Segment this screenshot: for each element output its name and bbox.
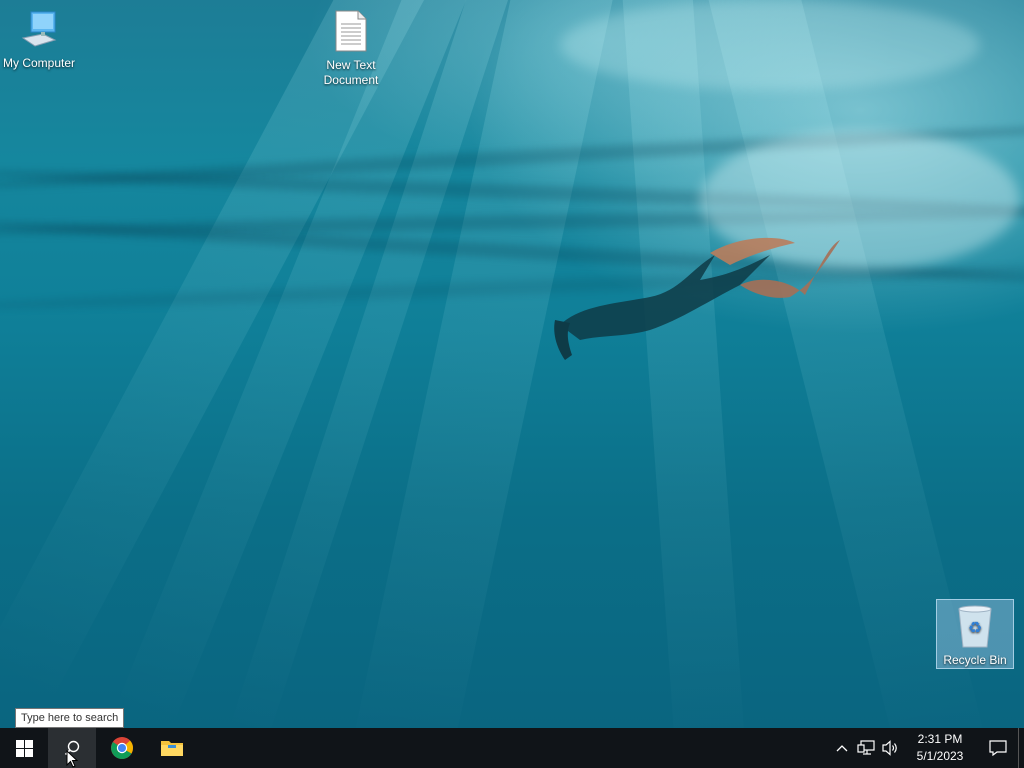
desktop-wallpaper[interactable]: My Computer New Text Document ♻ Recycle … — [0, 0, 1024, 728]
network-icon — [857, 740, 875, 755]
action-center-button[interactable] — [978, 728, 1018, 768]
taskbar: 2:31 PM 5/1/2023 — [0, 728, 1024, 768]
system-tray: 2:31 PM 5/1/2023 — [830, 728, 1024, 768]
volume-button[interactable] — [878, 728, 902, 768]
mouse-cursor-icon — [66, 750, 78, 768]
computer-icon — [21, 11, 57, 47]
recycle-bin-icon: ♻ — [958, 605, 992, 648]
windows-logo-icon — [15, 739, 33, 757]
text-file-icon — [335, 10, 367, 52]
network-button[interactable] — [854, 728, 878, 768]
search-tooltip: Type here to search — [15, 708, 125, 728]
desktop-icon-label: New Text Document — [323, 58, 379, 87]
clock-date: 5/1/2023 — [916, 749, 964, 763]
desktop-icon-label: Recycle Bin — [943, 653, 1007, 667]
clock-time: 2:31 PM — [917, 732, 963, 746]
show-desktop-button[interactable] — [1018, 728, 1024, 768]
folder-icon — [161, 741, 183, 756]
desktop-icon-recycle-bin[interactable]: ♻ Recycle Bin — [936, 599, 1014, 669]
file-explorer-button[interactable] — [148, 728, 196, 768]
desktop-icon-new-text-document[interactable]: New Text Document — [313, 10, 389, 88]
svg-text:♻: ♻ — [968, 618, 982, 637]
desktop-icon-my-computer[interactable]: My Computer — [1, 10, 77, 71]
desktop-icon-label: My Computer — [2, 56, 76, 70]
chrome-button[interactable] — [98, 728, 146, 768]
show-hidden-icons-button[interactable] — [830, 728, 854, 768]
chrome-icon — [111, 737, 133, 759]
chevron-up-icon — [836, 745, 848, 752]
notification-icon — [989, 740, 1007, 756]
speaker-icon — [882, 740, 897, 756]
start-button[interactable] — [0, 728, 48, 768]
clock[interactable]: 2:31 PM 5/1/2023 — [908, 731, 972, 765]
freediver-image — [554, 237, 840, 360]
